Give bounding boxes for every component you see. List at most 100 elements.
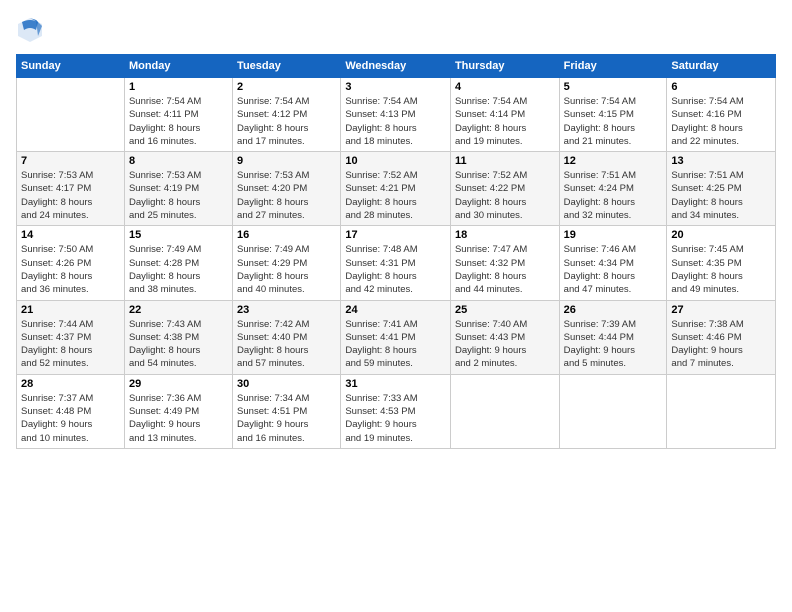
cell-1-2: 9Sunrise: 7:53 AMSunset: 4:20 PMDaylight… <box>233 152 341 226</box>
header-saturday: Saturday <box>667 55 776 78</box>
day-info-line-1: Sunset: 4:53 PM <box>345 406 415 417</box>
cell-0-5: 5Sunrise: 7:54 AMSunset: 4:15 PMDaylight… <box>559 78 667 152</box>
day-info-line-3: and 49 minutes. <box>671 284 739 295</box>
day-info-line-1: Sunset: 4:49 PM <box>129 406 199 417</box>
day-number: 20 <box>671 229 771 241</box>
day-info-line-1: Sunset: 4:28 PM <box>129 258 199 269</box>
day-info-line-2: Daylight: 8 hours <box>21 345 92 356</box>
page-container: SundayMondayTuesdayWednesdayThursdayFrid… <box>0 0 792 612</box>
day-info-line-0: Sunrise: 7:51 AM <box>671 170 743 181</box>
day-number: 26 <box>564 304 663 316</box>
day-info-line-3: and 17 minutes. <box>237 136 305 147</box>
day-info-line-3: and 59 minutes. <box>345 358 413 369</box>
day-info-line-1: Sunset: 4:40 PM <box>237 332 307 343</box>
day-info-line-2: Daylight: 8 hours <box>129 345 200 356</box>
day-info-line-2: Daylight: 9 hours <box>564 345 635 356</box>
day-info-line-0: Sunrise: 7:38 AM <box>671 319 743 330</box>
day-info: Sunrise: 7:43 AMSunset: 4:38 PMDaylight:… <box>129 318 228 371</box>
cell-4-1: 29Sunrise: 7:36 AMSunset: 4:49 PMDayligh… <box>124 374 232 448</box>
day-info-line-3: and 2 minutes. <box>455 358 517 369</box>
day-info-line-2: Daylight: 8 hours <box>129 123 200 134</box>
day-info-line-3: and 40 minutes. <box>237 284 305 295</box>
day-info-line-1: Sunset: 4:34 PM <box>564 258 634 269</box>
day-info-line-0: Sunrise: 7:51 AM <box>564 170 636 181</box>
day-info-line-0: Sunrise: 7:47 AM <box>455 244 527 255</box>
day-number: 29 <box>129 378 228 390</box>
day-info-line-1: Sunset: 4:13 PM <box>345 109 415 120</box>
day-info-line-2: Daylight: 9 hours <box>21 419 92 430</box>
day-info: Sunrise: 7:52 AMSunset: 4:21 PMDaylight:… <box>345 169 446 222</box>
header-sunday: Sunday <box>17 55 125 78</box>
week-row-4: 21Sunrise: 7:44 AMSunset: 4:37 PMDayligh… <box>17 300 776 374</box>
day-info-line-1: Sunset: 4:44 PM <box>564 332 634 343</box>
day-info-line-1: Sunset: 4:17 PM <box>21 183 91 194</box>
header-tuesday: Tuesday <box>233 55 341 78</box>
day-info-line-2: Daylight: 8 hours <box>455 123 526 134</box>
day-info-line-3: and 52 minutes. <box>21 358 89 369</box>
day-info-line-3: and 38 minutes. <box>129 284 197 295</box>
day-number: 22 <box>129 304 228 316</box>
day-info-line-1: Sunset: 4:14 PM <box>455 109 525 120</box>
day-info-line-2: Daylight: 8 hours <box>237 271 308 282</box>
day-info-line-2: Daylight: 8 hours <box>564 271 635 282</box>
header-wednesday: Wednesday <box>341 55 451 78</box>
day-info-line-1: Sunset: 4:20 PM <box>237 183 307 194</box>
day-info-line-1: Sunset: 4:26 PM <box>21 258 91 269</box>
day-info-line-2: Daylight: 8 hours <box>345 271 416 282</box>
day-info-line-3: and 28 minutes. <box>345 210 413 221</box>
cell-0-3: 3Sunrise: 7:54 AMSunset: 4:13 PMDaylight… <box>341 78 451 152</box>
day-number: 30 <box>237 378 336 390</box>
cell-2-5: 19Sunrise: 7:46 AMSunset: 4:34 PMDayligh… <box>559 226 667 300</box>
day-info: Sunrise: 7:40 AMSunset: 4:43 PMDaylight:… <box>455 318 555 371</box>
day-info-line-3: and 54 minutes. <box>129 358 197 369</box>
day-info-line-0: Sunrise: 7:53 AM <box>21 170 93 181</box>
day-info: Sunrise: 7:54 AMSunset: 4:14 PMDaylight:… <box>455 95 555 148</box>
cell-0-2: 2Sunrise: 7:54 AMSunset: 4:12 PMDaylight… <box>233 78 341 152</box>
day-info-line-1: Sunset: 4:46 PM <box>671 332 741 343</box>
day-info-line-0: Sunrise: 7:39 AM <box>564 319 636 330</box>
day-info: Sunrise: 7:34 AMSunset: 4:51 PMDaylight:… <box>237 392 336 445</box>
day-number: 28 <box>21 378 120 390</box>
cell-1-0: 7 Sunrise: 7:53 AM Sunset: 4:17 PM Daylight… <box>17 152 125 226</box>
day-info-line-2: Daylight: 8 hours <box>21 197 92 208</box>
day-number: 17 <box>345 229 446 241</box>
day-info-line-0: Sunrise: 7:46 AM <box>564 244 636 255</box>
day-info-line-3: and 18 minutes. <box>345 136 413 147</box>
day-info-line-3: and 22 minutes. <box>671 136 739 147</box>
page-header <box>16 16 776 44</box>
day-info: Sunrise: 7:37 AMSunset: 4:48 PMDaylight:… <box>21 392 120 445</box>
day-info-line-0: Sunrise: 7:40 AM <box>455 319 527 330</box>
day-info-line-1: Sunset: 4:31 PM <box>345 258 415 269</box>
cell-3-1: 22 Sunrise: 7:43 AMSunset: 4:38 PMDayligh… <box>124 300 232 374</box>
day-info: Sunrise: 7:46 AM Sunset: 4:34 PM Daylight:… <box>564 243 663 296</box>
cell-0-4: 4Sunrise: 7:54 AMSunset: 4:14 PMDaylight… <box>450 78 559 152</box>
day-number: 2 <box>237 81 336 93</box>
day-info-line-1: Sunset: 4:25 PM <box>671 183 741 194</box>
day-info-line-2: Daylight: 9 hours <box>455 345 526 356</box>
day-info: Sunrise: 7:53 AM Sunset: 4:17 PM Daylight:… <box>21 169 120 222</box>
day-number: 24 <box>345 304 446 316</box>
day-info-line-2: Daylight: 9 hours <box>129 419 200 430</box>
day-info-line-2: Daylight: 8 hours <box>671 197 742 208</box>
day-number: 7 <box>21 155 120 167</box>
day-info: Sunrise: 7:45 AMSunset: 4:35 PMDaylight:… <box>671 243 771 296</box>
day-info: Sunrise: 7:54 AMSunset: 4:13 PMDaylight:… <box>345 95 446 148</box>
cell-4-3: 31Sunrise: 7:33 AMSunset: 4:53 PMDayligh… <box>341 374 451 448</box>
cell-2-2: 16Sunrise: 7:49 AMSunset: 4:29 PMDayligh… <box>233 226 341 300</box>
logo-icon <box>16 16 44 44</box>
header-row: SundayMondayTuesdayWednesdayThursdayFrid… <box>17 55 776 78</box>
cell-4-2: 30 Sunrise: 7:34 AMSunset: 4:51 PMDayligh… <box>233 374 341 448</box>
day-info-line-0: Sunrise: 7:42 AM <box>237 319 309 330</box>
logo <box>16 16 48 44</box>
day-info-line-3: and 21 minutes. <box>564 136 632 147</box>
day-info-line-0: Sunrise: 7:48 AM <box>345 244 417 255</box>
day-info-line-1: Sunset: 4:11 PM <box>129 109 199 120</box>
day-number: 8 <box>129 155 228 167</box>
day-info-line-0: Sunrise: 7:33 AM <box>345 393 417 404</box>
day-info: Sunrise: 7:51 AMSunset: 4:24 PMDaylight:… <box>564 169 663 222</box>
day-number: 11 <box>455 155 555 167</box>
day-info-line-3: and 32 minutes. <box>564 210 632 221</box>
day-info-line-0: Sunrise: 7:45 AM <box>671 244 743 255</box>
day-number: 31 <box>345 378 446 390</box>
day-info-line-2: Daylight: 8 hours <box>455 197 526 208</box>
